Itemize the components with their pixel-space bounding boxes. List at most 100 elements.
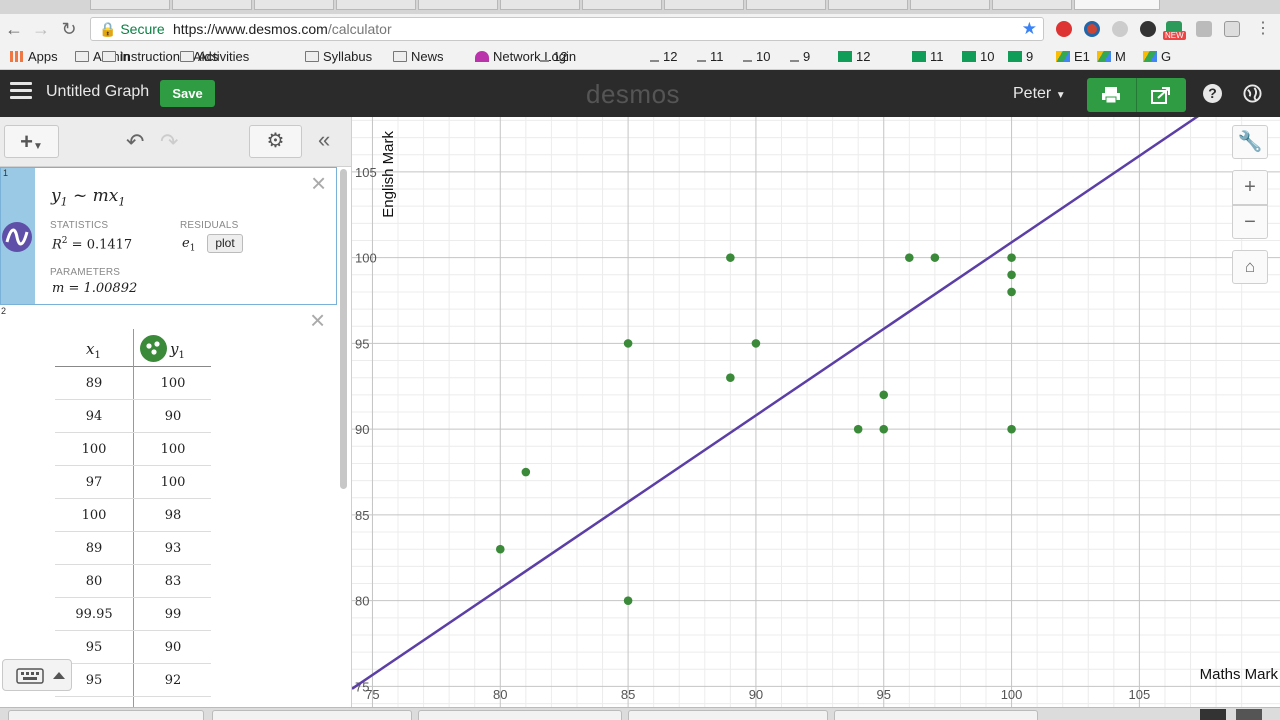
redo-icon[interactable]: ↷ [160,129,178,155]
bookmark-g[interactable]: G [1143,49,1171,64]
globe-icon[interactable] [1243,84,1262,103]
delete-table-icon[interactable]: × [310,305,325,336]
browser-tab[interactable] [336,0,416,10]
bookmark-activities[interactable]: Activities [180,49,249,64]
bookmark-news[interactable]: News [393,49,444,64]
bookmark-e1[interactable]: E1 [1056,49,1090,64]
back-arrow-icon[interactable]: ← [3,18,25,40]
taskbar-item[interactable] [628,710,828,720]
table-col2-header[interactable]: y1 [170,340,185,361]
pause-icon[interactable] [1200,709,1226,720]
download-icon[interactable] [1236,709,1262,720]
table-cell-y[interactable]: 92 [134,664,212,697]
bookmark-11[interactable]: 11 [697,49,724,64]
browser-tab-active[interactable] [1074,0,1160,10]
url-bar[interactable]: 🔒 Secure https://www.desmos.com/calculat… [90,17,1044,41]
bookmark-9[interactable]: 9 [1008,49,1033,64]
regression-expression[interactable]: 1 y1 ~ mx1 × STATISTICS RESIDUALS R2 = 0… [0,167,337,305]
taskbar-item[interactable] [212,710,412,720]
data-point[interactable] [751,339,761,348]
bookmark-10[interactable]: 10 [962,49,994,64]
hamburger-menu-icon[interactable] [10,82,32,102]
data-point[interactable] [726,253,735,262]
browser-tab[interactable] [500,0,580,10]
regression-formula[interactable]: y1 ~ mx1 [51,186,125,208]
regression-icon[interactable] [2,222,32,252]
save-button[interactable]: Save [160,80,215,107]
browser-tab[interactable] [90,0,170,10]
data-point[interactable] [930,253,940,262]
table-cell-x[interactable]: 80 [55,565,133,598]
adblock-icon[interactable] [1056,21,1072,37]
zoom-in-icon[interactable]: + [1232,170,1268,205]
browser-menu-icon[interactable]: ⋮ [1252,18,1274,40]
table-cell-x[interactable]: 100 [55,499,133,532]
data-point[interactable] [1007,287,1016,297]
reload-icon[interactable]: ↻ [58,18,80,40]
table-cell-y[interactable]: 100 [134,466,212,499]
table-cell-y[interactable]: 83 [134,565,212,598]
user-menu[interactable]: Peter ▼ [1013,85,1066,103]
taskbar-item[interactable] [418,710,622,720]
data-point[interactable] [623,596,633,605]
data-point[interactable] [1007,270,1016,280]
collapse-panel-icon[interactable]: « [318,127,330,153]
data-point[interactable] [879,390,889,400]
point-style-icon[interactable] [140,335,167,362]
print-icon[interactable] [1101,86,1121,104]
table-col1-header[interactable]: x1 [86,340,101,361]
browser-tab[interactable] [910,0,990,10]
extension-icon[interactable] [1084,21,1100,37]
bookmark-12[interactable]: 12 [540,49,567,64]
table-cell-y[interactable]: 93 [134,532,212,565]
extension-icon[interactable] [1196,21,1212,37]
data-point[interactable] [905,253,914,262]
data-point[interactable] [726,373,735,382]
data-point[interactable] [879,424,889,434]
table-cell-y[interactable]: 90 [134,631,212,664]
bookmark-syllabus[interactable]: Syllabus [305,49,372,64]
bookmark-apps[interactable]: Apps [10,49,58,64]
add-item-button[interactable]: +▼ [4,125,59,158]
forward-arrow-icon[interactable]: → [30,18,52,40]
browser-tab[interactable] [664,0,744,10]
table-cell-y[interactable]: 100 [134,367,212,400]
table-cell-x[interactable]: 97 [55,466,133,499]
table-cell-y[interactable]: 90 [134,400,212,433]
extension-icon[interactable] [1112,21,1128,37]
bookmark-10[interactable]: 10 [743,49,770,64]
bookmark-m[interactable]: M [1097,49,1126,64]
plot-residuals-button[interactable]: plot [207,234,243,253]
delete-expression-icon[interactable]: × [311,168,326,199]
data-point[interactable] [1007,424,1016,434]
graph-paper[interactable]: 75 80 85 90 95 100 105 75 80 85 90 95 100 105 Maths Ma… [352,117,1280,707]
bookmark-star-icon[interactable]: ★ [1022,19,1037,39]
table-cell-x[interactable]: 89 [55,367,133,400]
taskbar-item[interactable] [8,710,204,720]
wrench-icon[interactable]: 🔧 [1232,125,1268,159]
panel-scrollbar[interactable] [340,169,347,489]
zoom-out-icon[interactable]: − [1232,205,1268,239]
keyboard-toggle-button[interactable] [2,659,72,691]
settings-gear-icon[interactable]: ⚙ [249,125,302,158]
table-cell-x[interactable]: 100 [55,433,133,466]
table-cell-x[interactable]: 94 [55,400,133,433]
share-icon[interactable] [1150,85,1172,105]
chat-icon[interactable] [1224,21,1240,37]
table-cell-x[interactable]: 89 [55,532,133,565]
bookmark-12[interactable]: 12 [650,49,677,64]
browser-tab[interactable] [582,0,662,10]
home-icon[interactable]: ⌂ [1232,250,1268,284]
undo-icon[interactable]: ↶ [126,129,144,155]
regression-line[interactable] [352,117,1280,690]
table-cell-y[interactable]: 99 [134,598,212,631]
graph-svg[interactable]: 75 80 85 90 95 100 1057580859095100105Maths Ma… [352,117,1280,707]
graph-title[interactable]: Untitled Graph [46,83,149,101]
browser-tab[interactable] [746,0,826,10]
help-icon[interactable]: ? [1203,84,1222,103]
bookmark-11[interactable]: 11 [912,49,944,64]
browser-tab[interactable] [828,0,908,10]
data-point[interactable] [1007,253,1016,262]
table-cell-x[interactable]: 99.95 [55,598,133,631]
taskbar-item[interactable] [834,710,1038,720]
